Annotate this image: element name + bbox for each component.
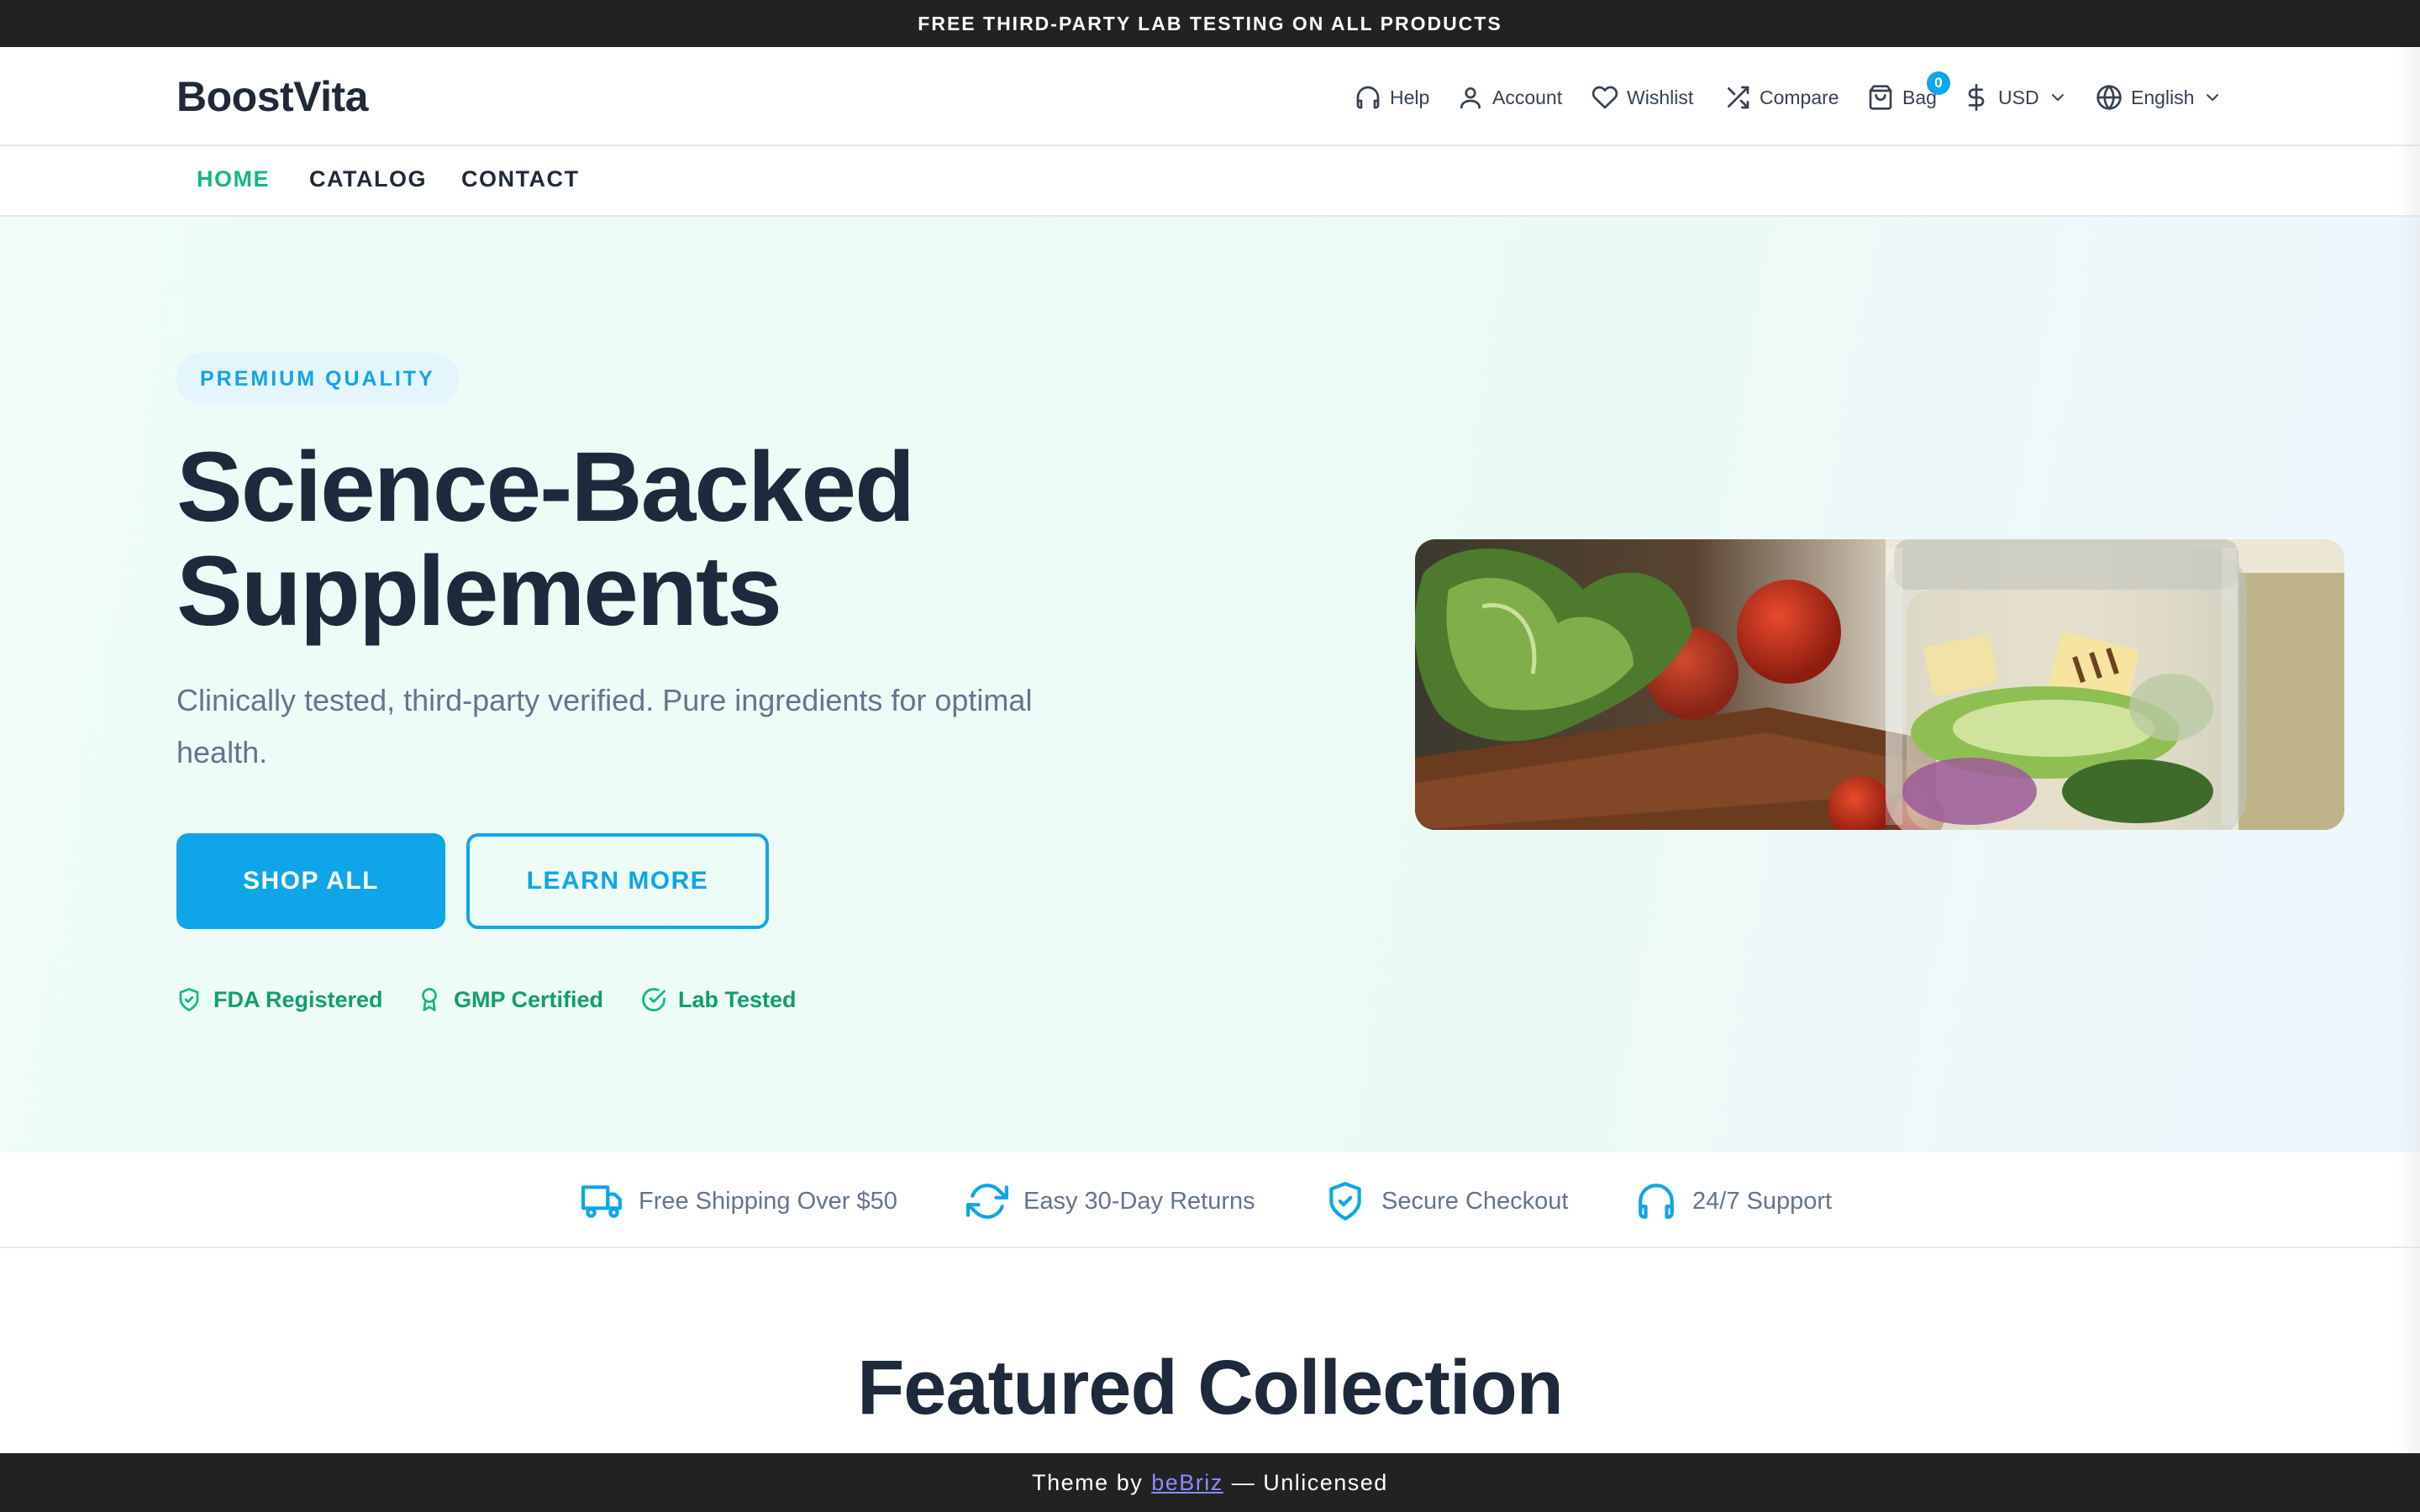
site-header: BoostVita Help Account Wishlist Compare … bbox=[0, 47, 2420, 146]
chevron-down-icon bbox=[2051, 94, 2064, 101]
help-label: Help bbox=[1390, 86, 1430, 108]
hero-title-line2: Supplements bbox=[176, 536, 782, 647]
featured-collection-title: Featured Collection bbox=[857, 1345, 1564, 1431]
chevron-down-icon bbox=[2207, 94, 2219, 101]
feature-label: Secure Checkout bbox=[1381, 1187, 1569, 1215]
feature-support: 24/7 Support bbox=[1635, 1179, 1832, 1223]
shopping-bag-icon bbox=[1869, 85, 1892, 110]
award-icon bbox=[422, 988, 437, 1011]
shop-all-button[interactable]: SHOP ALL bbox=[176, 833, 445, 929]
feature-label: Free Shipping Over $50 bbox=[639, 1187, 897, 1215]
badge-fda: FDA Registered bbox=[176, 983, 383, 1016]
wishlist-link[interactable]: Wishlist bbox=[1591, 81, 1693, 114]
feature-strip: Free Shipping Over $50 Easy 30-Day Retur… bbox=[0, 1152, 2420, 1248]
currency-selector[interactable]: USD bbox=[1963, 81, 2068, 114]
refresh-icon bbox=[966, 1184, 1008, 1219]
wishlist-label: Wishlist bbox=[1627, 86, 1694, 108]
language-value: English bbox=[2131, 86, 2195, 108]
hero-section: PREMIUM QUALITY Science-Backed Supplemen… bbox=[0, 217, 2420, 1152]
credit-prefix: Theme by bbox=[1032, 1469, 1144, 1495]
feature-shipping: Free Shipping Over $50 bbox=[581, 1179, 897, 1223]
badge-label: GMP Certified bbox=[454, 986, 604, 1012]
badge-lab: Lab Tested bbox=[641, 983, 797, 1016]
shield-check-icon bbox=[1329, 1182, 1361, 1221]
truck-icon bbox=[581, 1185, 622, 1218]
credit-suffix: — Unlicensed bbox=[1231, 1469, 1388, 1495]
nav-item-catalog[interactable]: CATALOG bbox=[309, 166, 427, 192]
globe-icon bbox=[2096, 85, 2122, 110]
bag-count-badge: 0 bbox=[1927, 71, 1950, 95]
learn-more-button[interactable]: LEARN MORE bbox=[466, 833, 769, 929]
brand-logo[interactable]: BoostVita bbox=[176, 72, 368, 121]
page-edge-shadow bbox=[2396, 47, 2420, 1453]
account-label: Account bbox=[1492, 86, 1563, 108]
nav-item-contact[interactable]: CONTACT bbox=[461, 166, 579, 192]
compare-label: Compare bbox=[1760, 86, 1839, 108]
dollar-icon bbox=[1968, 84, 1985, 111]
badge-gmp: GMP Certified bbox=[417, 983, 603, 1016]
feature-label: 24/7 Support bbox=[1692, 1187, 1833, 1215]
shuffle-icon bbox=[1728, 86, 1749, 109]
theme-credit-bar: Theme by beBriz — Unlicensed bbox=[0, 1453, 2420, 1512]
language-selector[interactable]: English bbox=[2096, 81, 2223, 114]
shield-check-icon bbox=[179, 988, 199, 1011]
badge-label: Lab Tested bbox=[678, 986, 797, 1012]
user-icon bbox=[1460, 87, 1481, 109]
badge-label: FDA Registered bbox=[213, 986, 383, 1012]
check-circle-icon bbox=[642, 988, 666, 1011]
hero-title: Science-Backed Supplements bbox=[176, 435, 1185, 643]
heart-icon bbox=[1591, 86, 1618, 109]
feature-returns: Easy 30-Day Returns bbox=[966, 1179, 1255, 1223]
feature-checkout: Secure Checkout bbox=[1324, 1179, 1568, 1223]
main-nav: HOME CATALOG CONTACT bbox=[0, 146, 2420, 217]
nav-item-home[interactable]: HOME bbox=[197, 166, 270, 192]
premium-quality-pill: PREMIUM QUALITY bbox=[176, 353, 459, 405]
salad-jar-photo bbox=[1415, 539, 2344, 830]
bebriz-link[interactable]: beBriz bbox=[1151, 1470, 1223, 1496]
headphones-icon bbox=[1639, 1184, 1674, 1219]
hero-image bbox=[1415, 539, 2344, 830]
help-link[interactable]: Help bbox=[1355, 81, 1429, 114]
account-link[interactable]: Account bbox=[1457, 81, 1562, 114]
currency-value: USD bbox=[1998, 86, 2039, 108]
hero-title-line1: Science-Backed bbox=[176, 432, 915, 543]
feature-label: Easy 30-Day Returns bbox=[1023, 1187, 1255, 1215]
hero-subtitle: Clinically tested, third-party verified.… bbox=[176, 683, 1033, 769]
headphones-icon bbox=[1356, 86, 1380, 109]
announcement-bar: FREE THIRD-PARTY LAB TESTING ON ALL PROD… bbox=[0, 0, 2420, 47]
compare-link[interactable]: Compare bbox=[1724, 81, 1839, 114]
